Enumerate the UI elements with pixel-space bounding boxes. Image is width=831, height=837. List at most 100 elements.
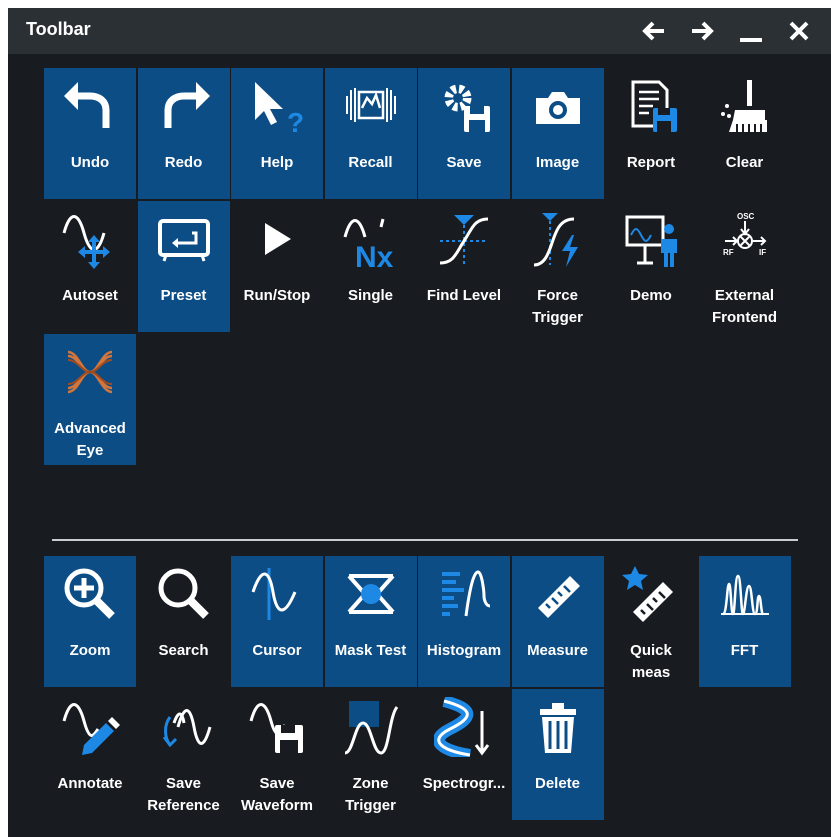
tool-mask-test[interactable]: Mask Test <box>324 556 417 687</box>
svg-text:OSC: OSC <box>737 212 755 221</box>
tool-label: Search <box>158 642 209 659</box>
tool-label: Save Waveform <box>241 775 313 814</box>
broom-icon <box>715 76 775 136</box>
tool-label: Save Reference <box>147 775 220 814</box>
minimize-button[interactable] <box>736 16 766 46</box>
tool-label: Single <box>347 287 393 304</box>
tool-label: Spectrogr... <box>422 775 506 792</box>
tool-save-reference[interactable]: Save Reference <box>138 689 230 820</box>
section-divider <box>52 539 798 541</box>
tool-label: Clear <box>725 154 764 171</box>
tool-advanced-eye[interactable]: Advanced Eye <box>44 334 136 465</box>
window-title: Toolbar <box>26 19 91 39</box>
tool-image[interactable]: Image <box>511 68 604 199</box>
tool-report[interactable]: Report <box>605 68 697 199</box>
tool-label: Run/Stop <box>243 287 311 304</box>
histogram-icon <box>434 564 494 624</box>
tool-zone-trigger[interactable]: Zone Trigger <box>325 689 417 820</box>
tool-force-trigger[interactable]: Force Trigger <box>512 201 604 332</box>
tool-clear[interactable]: Clear <box>699 68 791 199</box>
ruler-icon <box>528 564 588 624</box>
tool-label: Cursor <box>252 642 302 659</box>
tool-label: FFT <box>730 642 759 659</box>
svg-text:IF: IF <box>759 248 766 257</box>
tool-save-waveform[interactable]: Save Waveform <box>231 689 323 820</box>
tool-undo[interactable]: Undo <box>44 68 136 199</box>
tool-redo[interactable]: Redo <box>137 68 230 199</box>
move-right-button[interactable] <box>688 16 718 46</box>
arrow-left-icon <box>642 21 664 41</box>
tool-preset[interactable]: Preset <box>137 201 230 332</box>
tool-label: Preset <box>160 287 207 304</box>
tool-zoom[interactable]: Zoom <box>44 556 136 687</box>
save-settings-icon <box>434 76 494 136</box>
minimize-icon <box>740 38 762 42</box>
svg-text:Nx: Nx <box>355 241 394 269</box>
tool-annotate[interactable]: Annotate <box>44 689 136 820</box>
tool-recall[interactable]: Recall <box>324 68 417 199</box>
quick-measure-icon <box>621 564 681 624</box>
tool-autoset[interactable]: Autoset <box>44 201 136 332</box>
single-nx-icon: Nx <box>341 209 401 274</box>
tool-external-frontend[interactable]: OSC RF IF External Frontend <box>699 201 791 332</box>
search-icon <box>154 564 214 624</box>
camera-icon <box>528 76 588 136</box>
tool-label: Report <box>626 154 676 171</box>
close-icon <box>789 21 809 41</box>
mixer-icon: OSC RF IF <box>715 209 775 269</box>
tool-save[interactable]: Save <box>418 68 510 199</box>
annotate-pen-icon <box>60 697 120 757</box>
toolbar-window: Toolbar Undo Redo? Help Recall Save Image Repo… <box>8 8 831 837</box>
tool-label: Help <box>260 154 294 171</box>
preset-icon <box>154 209 214 269</box>
autoset-icon <box>60 209 120 269</box>
tool-label: Undo <box>70 154 110 171</box>
tool-demo[interactable]: Demo <box>605 201 697 332</box>
tool-label: External Frontend <box>712 287 777 326</box>
tool-label: Image <box>535 154 580 171</box>
tool-single[interactable]: Nx Single <box>325 201 417 332</box>
tool-label: Zone Trigger <box>345 775 396 814</box>
tool-help[interactable]: ? Help <box>231 68 323 199</box>
tool-run-stop[interactable]: Run/Stop <box>231 201 323 332</box>
tool-label: Measure <box>527 642 588 659</box>
save-waveform-icon <box>247 697 307 757</box>
tool-label: Recall <box>348 154 393 171</box>
tool-histogram[interactable]: Histogram <box>418 556 510 687</box>
svg-text:RF: RF <box>723 248 734 257</box>
trash-icon <box>528 697 588 757</box>
tool-measure[interactable]: Measure <box>511 556 604 687</box>
tool-delete[interactable]: Delete <box>511 689 604 820</box>
demo-presenter-icon <box>621 209 681 269</box>
tool-label: Autoset <box>62 287 118 304</box>
redo-icon <box>154 76 214 136</box>
tool-cursor[interactable]: Cursor <box>231 556 323 687</box>
tool-label: Zoom <box>69 642 111 659</box>
tool-quick-meas[interactable]: Quick meas <box>605 556 697 687</box>
tool-find-level[interactable]: Find Level <box>418 201 510 332</box>
tool-label: Annotate <box>57 775 123 792</box>
mask-test-icon <box>341 564 401 624</box>
close-button[interactable] <box>784 16 814 46</box>
tool-label: Force Trigger <box>532 287 583 326</box>
tool-label: Histogram <box>426 642 502 659</box>
undo-icon <box>60 76 120 136</box>
eye-diagram-icon <box>60 342 120 402</box>
report-icon <box>621 76 681 136</box>
force-trigger-icon <box>528 209 588 269</box>
recall-icon <box>341 76 401 136</box>
find-level-icon <box>434 209 494 269</box>
tool-spectrogr[interactable]: Spectrogr... <box>418 689 510 820</box>
cursor-icon <box>247 564 307 624</box>
tool-label: Save <box>446 154 482 171</box>
tool-label: Quick meas <box>630 642 672 681</box>
spectrogram-icon <box>432 695 494 761</box>
tool-fft[interactable]: FFT <box>698 556 791 687</box>
zone-trigger-icon <box>341 697 401 757</box>
tool-search[interactable]: Search <box>138 556 230 687</box>
play-icon <box>247 209 307 269</box>
tool-label: Demo <box>630 287 672 304</box>
tool-label: Delete <box>534 775 581 792</box>
move-left-button[interactable] <box>638 16 668 46</box>
title-bar[interactable]: Toolbar <box>8 8 831 54</box>
